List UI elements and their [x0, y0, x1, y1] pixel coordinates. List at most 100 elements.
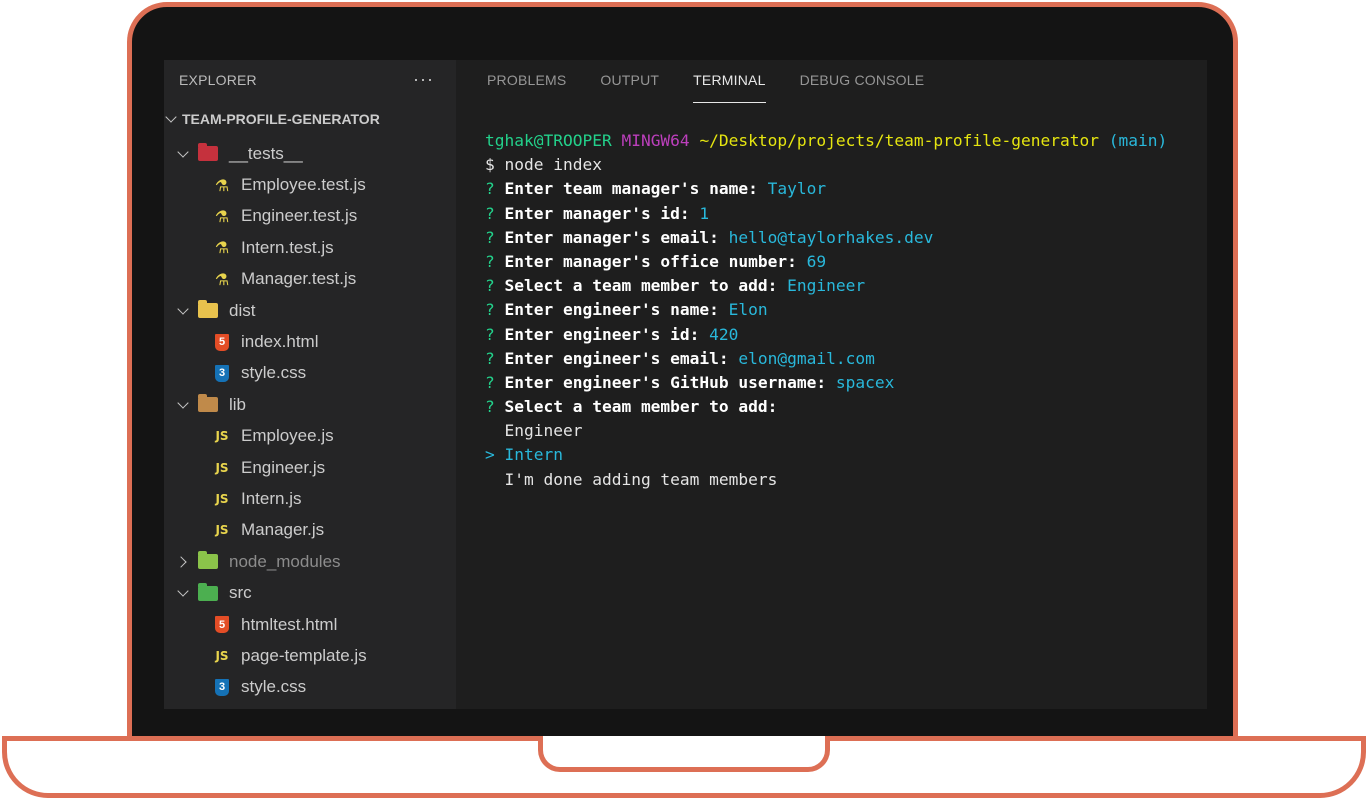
question-text: Enter manager's id: [504, 203, 690, 223]
explorer-header: EXPLORER ··· [164, 60, 456, 100]
html-file-icon: 5 [215, 333, 229, 351]
folder-item[interactable]: dist [164, 295, 456, 326]
chevron-down-icon [176, 586, 190, 600]
choice-label: I'm done adding team members [504, 469, 778, 489]
js-file-icon: JS [215, 523, 229, 538]
prompt-shell: MINGW64 [621, 131, 690, 150]
js-file-icon: JS [215, 648, 229, 663]
file-item[interactable]: JS Engineer.js [164, 452, 456, 483]
file-item[interactable]: ⚗ Intern.test.js [164, 232, 456, 263]
tab-output[interactable]: OUTPUT [600, 60, 659, 90]
tab-debug-console[interactable]: DEBUG CONSOLE [800, 60, 925, 90]
tree-item-label: style.css [241, 363, 307, 383]
choice-label: Intern [504, 445, 563, 465]
terminal-choice[interactable]: > Intern [485, 443, 1167, 467]
js-file-icon: JS [215, 460, 229, 475]
question-text: Enter manager's office number: [504, 251, 797, 271]
js-file-icon: JS [215, 491, 229, 506]
terminal-command: $ node index [485, 155, 602, 175]
answer-text: spacex [835, 372, 895, 392]
file-item[interactable]: JS page-template.js [164, 640, 456, 671]
question-text: Enter manager's email: [504, 227, 719, 247]
css-file-icon: 3 [215, 364, 229, 382]
file-item[interactable]: 5 index.html [164, 326, 456, 357]
tree-item-label: htmltest.html [241, 614, 338, 634]
terminal-question-line: ? Enter engineer's GitHub username: spac… [485, 371, 1167, 395]
folder-item[interactable]: __tests__ [164, 138, 456, 169]
answer-text: Engineer [787, 276, 866, 296]
project-root[interactable]: TEAM-PROFILE-GENERATOR [164, 100, 456, 138]
terminal-output[interactable]: tghak@TROOPER MINGW64 ~/Desktop/projects… [485, 129, 1167, 492]
folder-icon [198, 394, 218, 413]
answer-text: hello@taylorhakes.dev [728, 227, 934, 247]
question-text: Select a team member to add: [504, 397, 778, 417]
test-file-icon: ⚗ [214, 238, 230, 258]
question-mark-icon: ? [485, 179, 505, 199]
chevron-down-icon [176, 304, 190, 318]
tree-item-label: dist [229, 300, 256, 320]
folder-item[interactable]: node_modules [164, 546, 456, 577]
file-item[interactable]: JS Employee.js [164, 421, 456, 452]
folder-item[interactable]: lib [164, 389, 456, 420]
tree-item-label: Employee.test.js [241, 175, 366, 195]
panel-tabs: PROBLEMS OUTPUT TERMINAL DEBUG CONSOLE [456, 60, 1207, 104]
chevron-right-icon [176, 555, 190, 569]
explorer-title: EXPLORER [179, 72, 257, 88]
css-file-icon: 3 [215, 678, 229, 696]
terminal-choice[interactable]: Engineer [485, 419, 1167, 443]
file-item[interactable]: ⚗ Employee.test.js [164, 169, 456, 200]
prompt-branch: (main) [1108, 131, 1168, 150]
terminal-question-line: ? Enter engineer's id: 420 [485, 323, 1167, 347]
question-text: Enter team manager's name: [504, 179, 758, 199]
terminal-question-line: ? Select a team member to add: [485, 395, 1167, 419]
tree-item-label: Intern.test.js [241, 237, 334, 257]
tree-item-label: index.html [241, 332, 319, 352]
chevron-down-icon [176, 398, 190, 412]
question-text: Enter engineer's name: [504, 300, 719, 320]
tab-terminal[interactable]: TERMINAL [693, 60, 766, 103]
answer-text: 1 [699, 203, 710, 223]
tree-item-label: Engineer.test.js [241, 206, 358, 226]
question-mark-icon: ? [485, 276, 505, 296]
terminal-question-line: ? Enter engineer's name: Elon [485, 298, 1167, 322]
file-item[interactable]: 5 htmltest.html [164, 609, 456, 640]
question-text: Enter engineer's GitHub username: [504, 372, 827, 392]
question-mark-icon: ? [485, 324, 505, 344]
tree-item-label: node_modules [229, 551, 341, 571]
vscode-window: EXPLORER ··· TEAM-PROFILE-GENERATOR __te… [164, 60, 1207, 709]
terminal-choice[interactable]: I'm done adding team members [485, 468, 1167, 492]
question-mark-icon: ? [485, 397, 505, 417]
folder-item[interactable]: src [164, 577, 456, 608]
answer-text: elon@gmail.com [738, 348, 875, 368]
file-item[interactable]: ⚗ Manager.test.js [164, 264, 456, 295]
terminal-question-line: ? Select a team member to add: Engineer [485, 274, 1167, 298]
test-file-icon: ⚗ [214, 175, 230, 195]
choice-label: Engineer [504, 421, 583, 441]
prompt-user: tghak@TROOPER [485, 131, 612, 150]
more-actions-icon[interactable]: ··· [413, 69, 434, 90]
tree-item-label: Manager.js [241, 520, 325, 540]
tree-item-label: Engineer.js [241, 457, 326, 477]
tree-item-label: lib [229, 394, 247, 414]
answer-text: Taylor [767, 179, 827, 199]
file-item[interactable]: JS Manager.js [164, 515, 456, 546]
html-file-icon: 5 [215, 616, 229, 634]
test-file-icon: ⚗ [214, 269, 230, 289]
question-mark-icon: ? [485, 348, 505, 368]
tree-item-label: page-template.js [241, 645, 367, 665]
prompt-path: ~/Desktop/projects/team-profile-generato… [699, 131, 1100, 150]
terminal-prompt-line: tghak@TROOPER MINGW64 ~/Desktop/projects… [485, 129, 1167, 153]
file-item[interactable]: ⚗ Engineer.test.js [164, 201, 456, 232]
file-item[interactable]: 3 style.css [164, 672, 456, 703]
tree-item-label: style.css [241, 677, 307, 697]
file-tree: __tests__ ⚗ Employee.test.js ⚗ Engineer.test… [164, 138, 456, 703]
folder-icon [198, 300, 218, 319]
tree-item-label: src [229, 583, 252, 603]
question-mark-icon: ? [485, 372, 505, 392]
file-item[interactable]: JS Intern.js [164, 483, 456, 514]
question-mark-icon: ? [485, 300, 505, 320]
tab-problems[interactable]: PROBLEMS [487, 60, 566, 90]
file-item[interactable]: 3 style.css [164, 358, 456, 389]
question-text: Select a team member to add: [504, 276, 778, 296]
chevron-down-icon [164, 112, 178, 126]
